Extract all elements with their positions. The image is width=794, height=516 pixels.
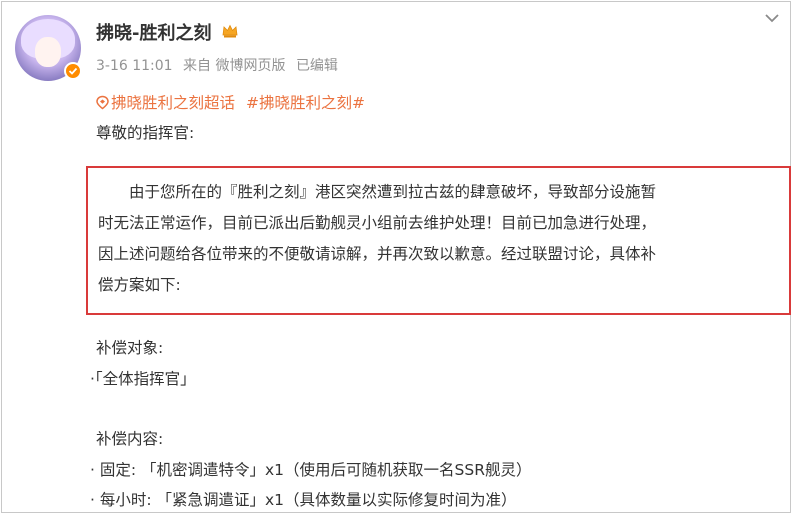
notice-line: 由于您所在的『胜利之刻』港区突然遭到拉古兹的肆意破坏，导致部分设施暂: [98, 183, 657, 201]
super-topic-link[interactable]: 拂晓胜利之刻超话: [95, 94, 235, 112]
post-timestamp[interactable]: 3-16 11:01: [96, 58, 173, 74]
notice-paragraph: 由于您所在的『胜利之刻』港区突然遭到拉古兹的肆意破坏，导致部分设施暂 时无法正常…: [98, 177, 780, 301]
topic-tags: 拂晓胜利之刻超话 #拂晓胜利之刻#: [95, 91, 371, 113]
compensation-target-item: ·「全体指挥官」: [90, 370, 196, 388]
hashtag-link[interactable]: #拂晓胜利之刻#: [246, 94, 365, 112]
weibo-post-card: 拂晓-胜利之刻 3-16 11:01 来自 微博网页版 已编辑 拂晓胜利之刻超话…: [1, 1, 791, 513]
super-topic-icon: [96, 95, 109, 110]
compensation-item: · 固定: 「机密调遣特令」x1（使用后可随机获取一名SSR舰灵）: [90, 461, 532, 479]
greeting: 尊敬的指挥官:: [96, 124, 195, 142]
notice-line: 偿方案如下:: [98, 276, 181, 294]
crown-icon: [222, 24, 238, 38]
chevron-down-icon[interactable]: [763, 11, 781, 25]
post-source: 来自 微博网页版: [183, 58, 286, 74]
post-meta: 3-16 11:01 来自 微博网页版 已编辑: [96, 55, 344, 75]
post-edited-label[interactable]: 已编辑: [296, 58, 338, 74]
author-name[interactable]: 拂晓-胜利之刻: [96, 19, 211, 45]
notice-line: 因上述问题给各位带来的不便敬请谅解，并再次致以歉意。经过联盟讨论，具体补: [98, 245, 657, 263]
notice-line: 时无法正常运作，目前已派出后勤舰灵小组前去维护处理！目前已加急进行处理，: [98, 214, 657, 232]
verified-badge-icon: [64, 62, 82, 80]
super-topic-label: 拂晓胜利之刻超话: [111, 94, 236, 112]
compensation-item: · 每小时: 「紧急调遣证」x1（具体数量以实际修复时间为准）: [90, 491, 517, 509]
compensation-target-title: 补偿对象:: [96, 339, 164, 357]
compensation-content-title: 补偿内容:: [96, 430, 164, 448]
